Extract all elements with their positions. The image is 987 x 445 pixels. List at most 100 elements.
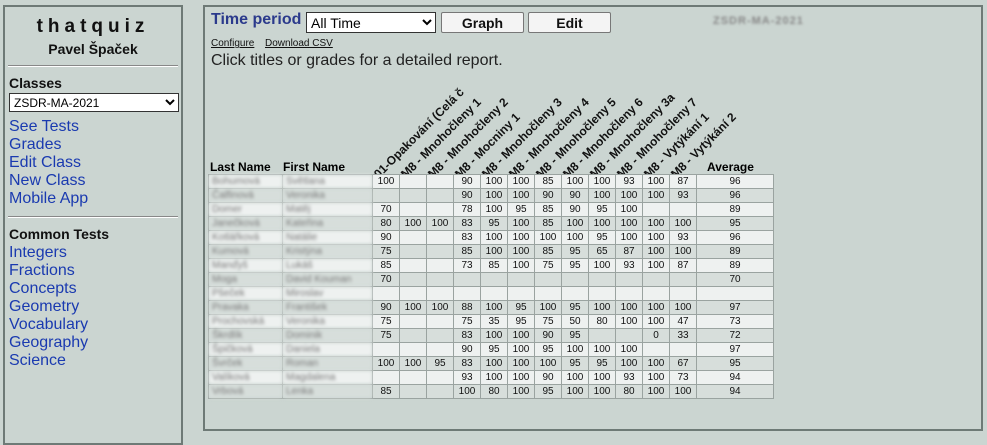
- student-first-name[interactable]: Dominik: [282, 328, 373, 343]
- grade-cell[interactable]: 80: [372, 216, 400, 231]
- student-last-name[interactable]: Domer: [208, 202, 283, 217]
- grade-cell[interactable]: 100: [669, 244, 697, 259]
- grade-cell[interactable]: 100: [507, 258, 535, 273]
- grade-cell[interactable]: 95: [507, 314, 535, 329]
- grade-cell[interactable]: 90: [453, 342, 481, 357]
- grade-cell[interactable]: 95: [507, 202, 535, 217]
- student-first-name[interactable]: Natálie: [282, 230, 373, 245]
- grade-cell[interactable]: 95: [561, 356, 589, 371]
- grade-cell[interactable]: 75: [453, 314, 481, 329]
- grade-cell[interactable]: 93: [669, 188, 697, 203]
- grade-cell[interactable]: 100: [642, 188, 670, 203]
- grade-cell[interactable]: 70: [372, 202, 400, 217]
- grade-cell[interactable]: 100: [399, 300, 427, 315]
- grade-cell[interactable]: 100: [534, 300, 562, 315]
- student-first-name[interactable]: Veronika: [282, 188, 373, 203]
- download-csv-link[interactable]: Download CSV: [265, 38, 333, 49]
- nav-grades[interactable]: Grades: [9, 136, 181, 154]
- grade-cell[interactable]: 83: [453, 328, 481, 343]
- grade-cell[interactable]: 85: [534, 202, 562, 217]
- grade-cell[interactable]: 83: [453, 356, 481, 371]
- common-vocabulary[interactable]: Vocabulary: [9, 316, 181, 334]
- grade-cell[interactable]: 100: [642, 370, 670, 385]
- grade-cell[interactable]: 100: [642, 230, 670, 245]
- grade-cell[interactable]: 100: [534, 230, 562, 245]
- nav-new-class[interactable]: New Class: [9, 172, 181, 190]
- student-last-name[interactable]: Bohumová: [208, 174, 283, 189]
- class-select[interactable]: ZSDR-MA-2021: [9, 93, 179, 112]
- grade-cell[interactable]: 100: [426, 216, 454, 231]
- grade-cell[interactable]: 100: [588, 174, 616, 189]
- grade-cell[interactable]: 80: [588, 314, 616, 329]
- grade-cell[interactable]: 100: [507, 384, 535, 399]
- grade-cell[interactable]: 95: [534, 342, 562, 357]
- grade-cell[interactable]: 95: [480, 216, 508, 231]
- grade-cell[interactable]: 93: [615, 258, 643, 273]
- grade-cell[interactable]: 73: [453, 258, 481, 273]
- grade-cell[interactable]: 75: [372, 244, 400, 259]
- grade-cell[interactable]: 67: [669, 356, 697, 371]
- grade-cell[interactable]: 100: [642, 174, 670, 189]
- grade-cell[interactable]: 85: [534, 174, 562, 189]
- student-first-name[interactable]: Lenka: [282, 384, 373, 399]
- grade-cell[interactable]: 50: [561, 314, 589, 329]
- grade-cell[interactable]: 90: [372, 300, 400, 315]
- grade-cell[interactable]: 100: [507, 370, 535, 385]
- grade-cell[interactable]: 47: [669, 314, 697, 329]
- grade-cell[interactable]: 90: [534, 370, 562, 385]
- student-first-name[interactable]: Kristýna: [282, 244, 373, 259]
- common-science[interactable]: Science: [9, 352, 181, 370]
- student-first-name[interactable]: Daniela: [282, 342, 373, 357]
- student-first-name[interactable]: David Kouman: [282, 272, 373, 287]
- grade-cell[interactable]: 100: [588, 342, 616, 357]
- grade-cell[interactable]: 100: [588, 384, 616, 399]
- grade-cell[interactable]: 85: [480, 258, 508, 273]
- grade-cell[interactable]: 87: [669, 174, 697, 189]
- configure-link[interactable]: Configure: [211, 38, 254, 49]
- first-name-header[interactable]: First Name: [283, 160, 345, 174]
- grade-cell[interactable]: 100: [588, 258, 616, 273]
- grade-cell[interactable]: 100: [507, 188, 535, 203]
- grade-cell[interactable]: 90: [372, 230, 400, 245]
- grade-cell[interactable]: 95: [561, 300, 589, 315]
- grade-cell[interactable]: 95: [561, 328, 589, 343]
- grade-cell[interactable]: 100: [615, 202, 643, 217]
- grade-cell[interactable]: 70: [372, 272, 400, 287]
- grade-cell[interactable]: 83: [453, 230, 481, 245]
- common-geometry[interactable]: Geometry: [9, 298, 181, 316]
- grade-cell[interactable]: 90: [453, 174, 481, 189]
- grade-cell[interactable]: 95: [561, 244, 589, 259]
- grade-cell[interactable]: 100: [480, 356, 508, 371]
- edit-button[interactable]: Edit: [528, 12, 611, 33]
- grade-cell[interactable]: 85: [453, 244, 481, 259]
- grade-cell[interactable]: 90: [561, 188, 589, 203]
- grade-cell[interactable]: 93: [669, 230, 697, 245]
- student-first-name[interactable]: Lukáš: [282, 258, 373, 273]
- common-geography[interactable]: Geography: [9, 334, 181, 352]
- grade-cell[interactable]: 75: [372, 328, 400, 343]
- student-last-name[interactable]: Kotlářková: [208, 230, 283, 245]
- grade-cell[interactable]: 83: [453, 216, 481, 231]
- grade-cell[interactable]: 100: [480, 230, 508, 245]
- grade-cell[interactable]: 100: [642, 300, 670, 315]
- grade-cell[interactable]: 90: [534, 188, 562, 203]
- grade-cell[interactable]: 100: [642, 258, 670, 273]
- grade-cell[interactable]: 78: [453, 202, 481, 217]
- student-last-name[interactable]: Pšeček: [208, 286, 283, 301]
- grade-cell[interactable]: 100: [399, 216, 427, 231]
- grade-cell[interactable]: 100: [615, 314, 643, 329]
- grade-cell[interactable]: 100: [480, 244, 508, 259]
- nav-edit-class[interactable]: Edit Class: [9, 154, 181, 172]
- grade-cell[interactable]: 100: [615, 356, 643, 371]
- grade-cell[interactable]: 93: [615, 174, 643, 189]
- grade-cell[interactable]: 100: [507, 342, 535, 357]
- grade-cell[interactable]: 100: [615, 188, 643, 203]
- grade-cell[interactable]: 80: [615, 384, 643, 399]
- grade-cell[interactable]: 100: [615, 300, 643, 315]
- student-last-name[interactable]: Moga: [208, 272, 283, 287]
- grade-cell[interactable]: 93: [453, 370, 481, 385]
- grade-cell[interactable]: 75: [372, 314, 400, 329]
- grade-cell[interactable]: 87: [669, 258, 697, 273]
- grade-cell[interactable]: 95: [588, 356, 616, 371]
- student-last-name[interactable]: Janečková: [208, 216, 283, 231]
